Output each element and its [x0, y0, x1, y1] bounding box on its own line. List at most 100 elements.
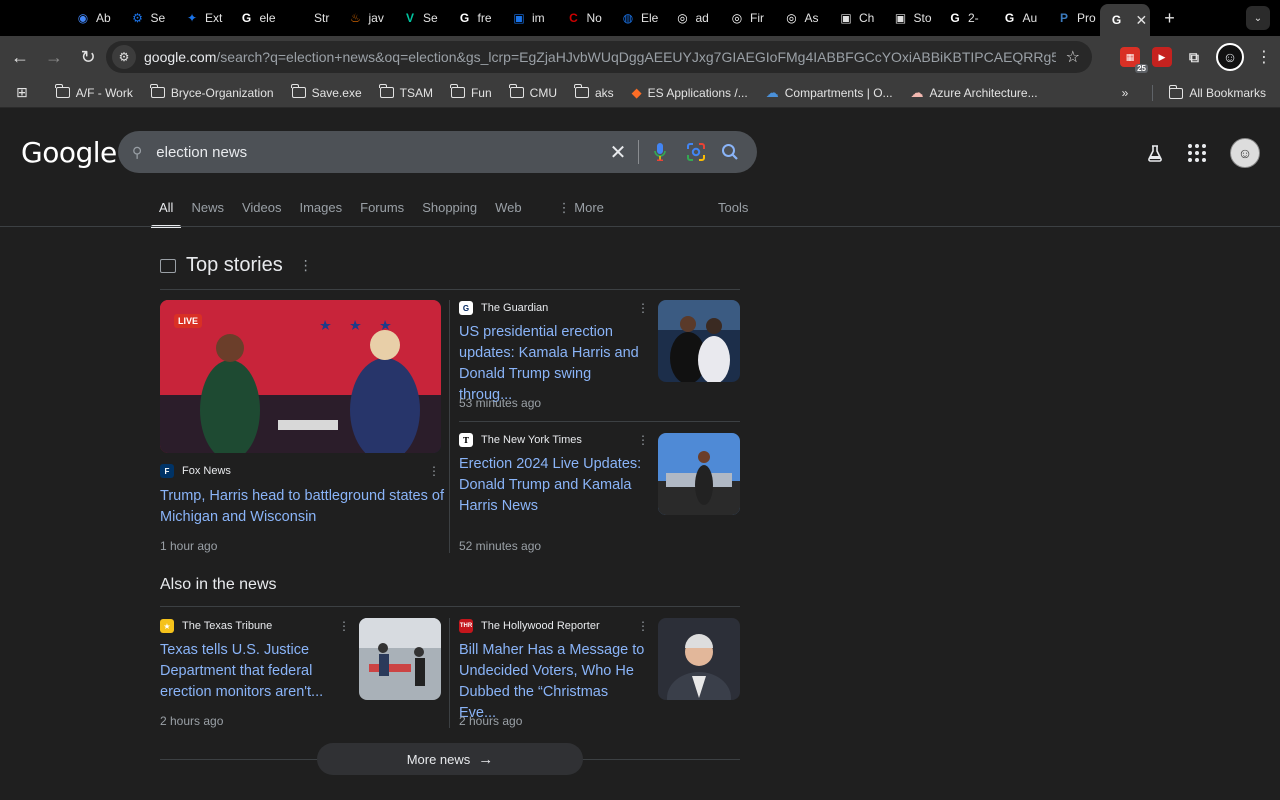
tab-videos[interactable]: Videos: [234, 200, 290, 228]
url-text[interactable]: google.com/search?q=election+news&oq=ele…: [144, 49, 1056, 65]
profile-avatar[interactable]: ☺: [1216, 43, 1244, 71]
story-source-hollywood-reporter[interactable]: THR The Hollywood Reporter: [459, 619, 600, 633]
browser-tab[interactable]: G 2-: [936, 4, 991, 32]
browser-tab[interactable]: M Str: [282, 4, 337, 32]
tools-button[interactable]: Tools: [718, 200, 748, 215]
bookmark-item[interactable]: Save.exe: [284, 84, 372, 100]
browser-tab[interactable]: ◎ As: [773, 4, 828, 32]
tab-title: Str: [314, 11, 330, 25]
tab-title: No: [586, 11, 602, 25]
back-button[interactable]: ←: [4, 41, 36, 73]
search-tabs: All News Videos Images Forums Shopping W…: [151, 200, 612, 228]
bookmark-item[interactable]: ☁ Compartments | O...: [758, 85, 903, 101]
calendar-extension-icon[interactable]: ▦ 25: [1120, 47, 1148, 73]
reload-button[interactable]: ↻: [72, 41, 104, 73]
story-menu-icon[interactable]: ⋮: [428, 464, 440, 478]
bookmark-item[interactable]: ☁ Azure Architecture...: [903, 85, 1048, 101]
story-headline-nyt[interactable]: Erection 2024 Live Updates: Donald Trump…: [459, 454, 647, 517]
browser-tab[interactable]: ◎ Fir: [718, 4, 773, 32]
lens-camera-icon[interactable]: [684, 140, 708, 164]
account-avatar[interactable]: ☺: [1230, 138, 1260, 168]
tab-forums[interactable]: Forums: [352, 200, 412, 228]
bookmark-label: ES Applications /...: [647, 85, 748, 100]
extension-icon[interactable]: ▶: [1152, 47, 1172, 67]
forward-button[interactable]: →: [38, 41, 70, 73]
story-headline-texas[interactable]: Texas tells U.S. Justice Department that…: [160, 640, 350, 703]
top-stories-divider: [160, 289, 740, 290]
story-source-fox[interactable]: F Fox News: [160, 464, 231, 478]
browser-tab[interactable]: ◍ Ele: [609, 4, 664, 32]
browser-menu-icon[interactable]: ⋮: [1256, 47, 1272, 67]
more-news-button[interactable]: More news →: [317, 743, 583, 775]
browser-tab[interactable]: ▣ im: [500, 4, 555, 32]
story-source-guardian[interactable]: G The Guardian: [459, 301, 548, 315]
story-menu-icon[interactable]: ⋮: [338, 619, 350, 633]
tab-images[interactable]: Images: [291, 200, 350, 228]
story-headline-fox[interactable]: Trump, Harris head to battleground state…: [160, 486, 444, 528]
tab-web[interactable]: Web: [487, 200, 530, 228]
browser-tab[interactable]: Gele: [228, 4, 283, 32]
google-icon: G: [950, 11, 960, 25]
close-tab-icon[interactable]: ✕: [1136, 12, 1148, 29]
bookmarks-overflow-icon[interactable]: »: [1114, 86, 1153, 100]
tab-more[interactable]: ⋮ More: [550, 200, 612, 228]
bookmark-item[interactable]: TSAM: [372, 84, 443, 100]
bookmark-star-icon[interactable]: ☆: [1066, 47, 1080, 67]
labs-flask-icon[interactable]: [1146, 144, 1164, 162]
apps-grid-icon[interactable]: ⊞: [0, 84, 48, 101]
browser-tab[interactable]: V Se: [391, 4, 446, 32]
story-thumbnail-guardian[interactable]: [658, 300, 740, 382]
bookmark-item[interactable]: ◆ ES Applications /...: [624, 85, 758, 101]
story-source-nyt[interactable]: T The New York Times: [459, 433, 582, 447]
tab-all[interactable]: All: [151, 200, 182, 228]
browser-tab[interactable]: ♨ jav: [337, 4, 392, 32]
puzzle-icon: ✦: [186, 11, 198, 25]
browser-tab[interactable]: ◉ Ab: [64, 4, 119, 32]
new-tab-button[interactable]: +: [1156, 8, 1184, 29]
story-headline-hollywood[interactable]: Bill Maher Has a Message to Undecided Vo…: [459, 640, 647, 724]
story-thumbnail-hollywood[interactable]: [658, 618, 740, 700]
site-info-icon[interactable]: ⚙: [112, 45, 136, 69]
tab-news[interactable]: News: [183, 200, 232, 228]
browser-tab[interactable]: ▣ Sto: [882, 4, 937, 32]
browser-tab[interactable]: P Pro: [1045, 4, 1100, 32]
cnn-icon: C: [569, 11, 578, 25]
bookmark-item[interactable]: CMU: [502, 84, 567, 100]
story-menu-icon[interactable]: ⋮: [637, 301, 649, 315]
tab-title: Ext: [205, 11, 223, 25]
browser-tab[interactable]: G Au: [991, 4, 1046, 32]
bookmark-item[interactable]: aks: [567, 84, 624, 100]
search-submit-icon[interactable]: [718, 140, 742, 164]
story-thumbnail-texas[interactable]: [359, 618, 441, 700]
bookmark-item[interactable]: Bryce-Organization: [143, 84, 284, 100]
story-image-fox[interactable]: LIVE: [160, 300, 441, 453]
browser-tab[interactable]: ✦ Ext: [173, 4, 228, 32]
top-stories-menu-icon[interactable]: ⋮: [299, 257, 313, 274]
browser-tab[interactable]: ◎ ad: [664, 4, 719, 32]
browser-tab[interactable]: G ✕: [1099, 4, 1150, 36]
story-menu-icon[interactable]: ⋮: [637, 619, 649, 633]
address-bar[interactable]: ⚙ google.com/search?q=election+news&oq=e…: [106, 41, 1092, 73]
nyt-icon: T: [459, 433, 473, 447]
tab-search-button[interactable]: ⌄: [1246, 6, 1270, 30]
browser-tab[interactable]: Gfre: [446, 4, 501, 32]
story-source-texas-tribune[interactable]: ★ The Texas Tribune: [160, 619, 272, 633]
google-logo[interactable]: Google: [21, 136, 117, 169]
story-thumbnail-nyt[interactable]: [658, 433, 740, 515]
browser-tab[interactable]: C No: [555, 4, 610, 32]
voice-search-icon[interactable]: [648, 140, 672, 164]
bookmark-item[interactable]: Fun: [443, 84, 502, 100]
browser-tab[interactable]: ⚙ Se: [119, 4, 174, 32]
story-headline-guardian[interactable]: US presidential erection updates: Kamala…: [459, 322, 647, 406]
bookmark-item[interactable]: A/F - Work: [48, 84, 143, 100]
search-input[interactable]: [156, 143, 577, 161]
google-apps-icon[interactable]: [1188, 144, 1206, 162]
extensions-puzzle-icon[interactable]: ⧉: [1184, 47, 1204, 67]
tab-shopping[interactable]: Shopping: [414, 200, 485, 228]
all-bookmarks-folder[interactable]: All Bookmarks: [1161, 84, 1280, 100]
all-bookmarks-label: All Bookmarks: [1189, 86, 1266, 100]
browser-tab[interactable]: ▣ Ch: [827, 4, 882, 32]
clear-search-icon[interactable]: ✕: [606, 140, 630, 164]
story-menu-icon[interactable]: ⋮: [637, 433, 649, 447]
search-box[interactable]: ⚲ ✕: [118, 131, 757, 173]
